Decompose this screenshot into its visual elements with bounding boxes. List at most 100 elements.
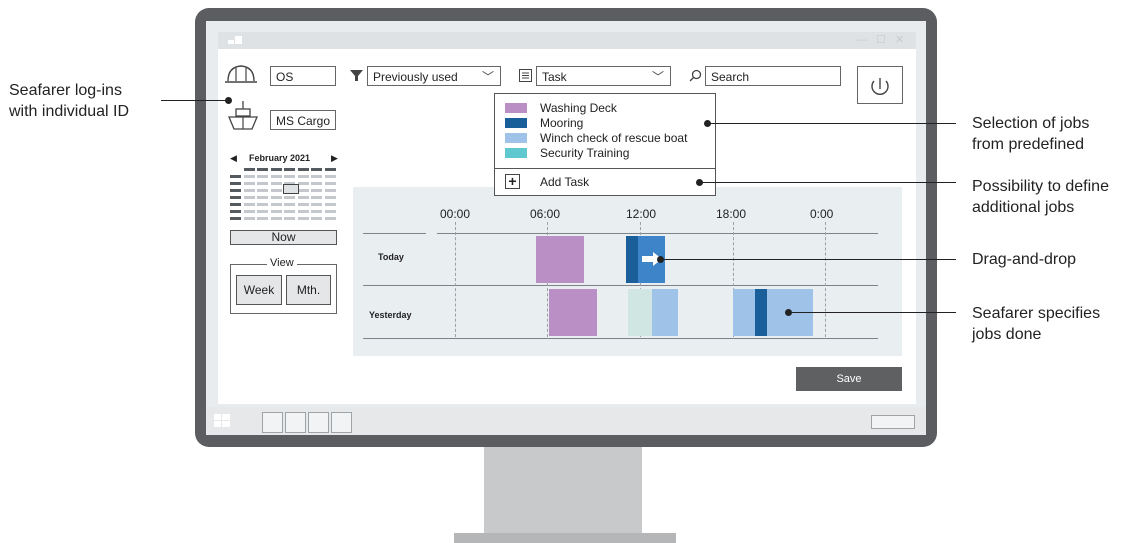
calendar-day[interactable] bbox=[230, 217, 241, 220]
calendar-next-icon[interactable]: ▶ bbox=[331, 153, 338, 164]
swatch-icon bbox=[505, 103, 527, 113]
calendar-day[interactable] bbox=[297, 210, 309, 213]
calendar-day[interactable] bbox=[270, 210, 282, 213]
washing-deck-block[interactable] bbox=[536, 236, 584, 283]
calendar-day[interactable] bbox=[257, 217, 268, 220]
calendar-day[interactable] bbox=[270, 182, 282, 185]
calendar-day[interactable] bbox=[311, 175, 322, 178]
calendar-day[interactable] bbox=[324, 210, 336, 213]
ship-icon bbox=[228, 101, 258, 130]
swatch-icon bbox=[505, 118, 527, 128]
calendar-day[interactable] bbox=[257, 210, 268, 213]
calendar-day[interactable] bbox=[270, 175, 282, 178]
mooring-block[interactable] bbox=[626, 236, 638, 283]
window-controls-icon[interactable]: — ☐ ✕ bbox=[856, 33, 907, 46]
calendar-day[interactable] bbox=[297, 175, 309, 178]
calendar-day[interactable] bbox=[230, 210, 241, 213]
now-button[interactable]: Now bbox=[230, 230, 337, 245]
calendar-day[interactable] bbox=[270, 189, 282, 192]
calendar-day[interactable] bbox=[243, 175, 255, 178]
calendar-day[interactable] bbox=[270, 217, 282, 220]
calendar-day[interactable] bbox=[311, 182, 322, 185]
week-button[interactable]: Week bbox=[236, 275, 282, 305]
calendar-day[interactable] bbox=[311, 217, 322, 220]
annotation-selection-connector bbox=[710, 123, 956, 124]
calendar-day[interactable] bbox=[257, 196, 268, 199]
calendar-day[interactable] bbox=[324, 217, 336, 220]
calendar-day[interactable] bbox=[270, 196, 282, 199]
windows-start-icon[interactable] bbox=[214, 414, 230, 428]
mooring-block[interactable] bbox=[755, 289, 767, 336]
calendar-day[interactable] bbox=[243, 196, 255, 199]
calendar-day[interactable] bbox=[311, 168, 322, 171]
calendar-day[interactable] bbox=[230, 196, 241, 199]
taskbar-app-4[interactable] bbox=[331, 412, 352, 433]
calendar-day[interactable] bbox=[243, 217, 255, 220]
calendar-day[interactable] bbox=[257, 182, 268, 185]
taskbar-tray[interactable] bbox=[871, 415, 915, 429]
taskbar-app-2[interactable] bbox=[285, 412, 306, 433]
calendar-month: February 2021 bbox=[249, 153, 311, 163]
winch-check-block[interactable] bbox=[652, 289, 678, 336]
calendar-day[interactable] bbox=[270, 168, 282, 171]
calendar-day[interactable] bbox=[324, 196, 336, 199]
power-button[interactable] bbox=[857, 66, 903, 104]
calendar-day[interactable] bbox=[230, 203, 241, 206]
taskbar-app-3[interactable] bbox=[308, 412, 329, 433]
calendar-day[interactable] bbox=[297, 196, 309, 199]
calendar-day[interactable] bbox=[324, 189, 336, 192]
search-input[interactable]: Search bbox=[705, 66, 841, 86]
calendar-day[interactable] bbox=[243, 189, 255, 192]
calendar-day[interactable] bbox=[324, 182, 336, 185]
month-button[interactable]: Mth. bbox=[286, 275, 331, 305]
calendar-day[interactable] bbox=[230, 189, 241, 192]
calendar-day[interactable] bbox=[311, 210, 322, 213]
seafarer-helmet-icon bbox=[225, 65, 257, 83]
calendar-day[interactable] bbox=[284, 168, 295, 171]
calendar-day[interactable] bbox=[297, 168, 309, 171]
monitor-base bbox=[454, 533, 676, 543]
calendar-day[interactable] bbox=[311, 196, 322, 199]
calendar-day[interactable] bbox=[284, 175, 295, 178]
annotation-drag: Drag-and-drop bbox=[972, 251, 1077, 268]
calendar-selected-day[interactable] bbox=[283, 184, 299, 194]
dropdown-divider bbox=[495, 168, 715, 169]
calendar-day[interactable] bbox=[257, 203, 268, 206]
calendar-day[interactable] bbox=[284, 196, 295, 199]
calendar-day[interactable] bbox=[257, 168, 268, 171]
user-id-field[interactable]: OS bbox=[270, 66, 336, 86]
calendar-day[interactable] bbox=[324, 203, 336, 206]
calendar-day[interactable] bbox=[284, 203, 295, 206]
annotation-drag-connector bbox=[663, 259, 956, 260]
calendar-day[interactable] bbox=[297, 182, 309, 185]
security-training-block[interactable] bbox=[628, 289, 652, 336]
calendar-day[interactable] bbox=[230, 175, 241, 178]
calendar-day[interactable] bbox=[270, 203, 282, 206]
calendar-prev-icon[interactable]: ◀ bbox=[230, 153, 237, 164]
calendar-day[interactable] bbox=[297, 217, 309, 220]
calendar-day[interactable] bbox=[311, 203, 322, 206]
save-button[interactable]: Save bbox=[796, 367, 902, 391]
calendar-day[interactable] bbox=[257, 175, 268, 178]
calendar-day[interactable] bbox=[284, 210, 295, 213]
calendar-day[interactable] bbox=[243, 182, 255, 185]
taskbar-app-1[interactable] bbox=[262, 412, 283, 433]
calendar-day[interactable] bbox=[243, 168, 255, 171]
calendar-day[interactable] bbox=[297, 189, 309, 192]
calendar-day[interactable] bbox=[324, 168, 336, 171]
calendar-day[interactable] bbox=[243, 203, 255, 206]
task-select[interactable]: Task ﹀ bbox=[536, 66, 671, 86]
calendar-day[interactable] bbox=[284, 217, 295, 220]
calendar-day[interactable] bbox=[311, 189, 322, 192]
calendar-day[interactable] bbox=[257, 189, 268, 192]
row-label-today: Today bbox=[378, 252, 404, 262]
vessel-field[interactable]: MS Cargo bbox=[270, 110, 336, 130]
calendar-day[interactable] bbox=[297, 203, 309, 206]
washing-deck-block[interactable] bbox=[549, 289, 597, 336]
calendar-day[interactable] bbox=[230, 182, 241, 185]
calendar-day[interactable] bbox=[243, 210, 255, 213]
row-label-divider bbox=[363, 233, 426, 234]
filter-select[interactable]: Previously used ﹀ bbox=[367, 66, 501, 86]
power-icon bbox=[871, 78, 889, 95]
calendar-day[interactable] bbox=[324, 175, 336, 178]
